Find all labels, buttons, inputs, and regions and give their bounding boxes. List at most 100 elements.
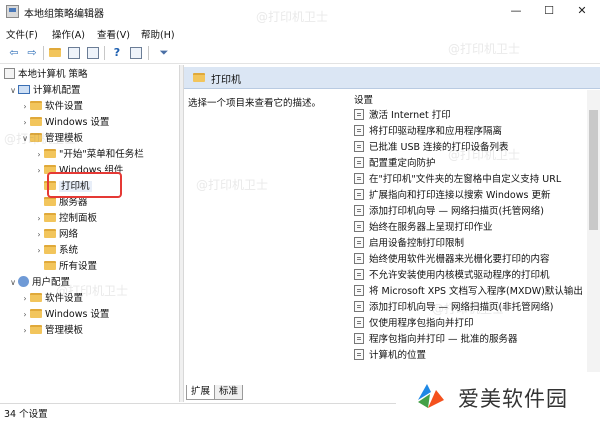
pane-splitter[interactable] (179, 65, 184, 402)
user-icon (18, 276, 29, 287)
menu-view[interactable]: 查看(V) (97, 27, 130, 41)
setting-row[interactable]: 激活 Internet 打印 (354, 108, 587, 124)
minimize-button[interactable]: — (500, 0, 532, 22)
policy-setting-icon (354, 285, 364, 296)
show-hide-tree-icon[interactable] (66, 45, 82, 61)
up-folder-icon[interactable] (47, 45, 63, 61)
tree-item-admin-templates[interactable]: ∨ 管理模板 (20, 131, 83, 147)
chevron-right-icon[interactable]: › (20, 115, 30, 131)
tree-item-label: Windows 设置 (45, 309, 110, 320)
chevron-right-icon[interactable]: › (20, 99, 30, 115)
setting-label: 将打印驱动程序和应用程序隔离 (369, 126, 503, 137)
tree-item-user-windows-settings[interactable]: › Windows 设置 (20, 307, 109, 323)
policy-setting-icon (354, 237, 364, 248)
setting-label: 已批准 USB 连接的打印设备列表 (369, 142, 509, 153)
tree-item-start-menu-taskbar[interactable]: › "开始"菜单和任务栏 (34, 147, 144, 163)
setting-row[interactable]: 计算机的位置 (354, 348, 587, 364)
tree-item-label: 本地计算机 策略 (18, 69, 88, 80)
chevron-right-icon[interactable]: › (34, 163, 44, 179)
folder-icon (44, 197, 56, 206)
setting-label: 激活 Internet 打印 (369, 110, 451, 121)
window-title: 本地组策略编辑器 (24, 9, 104, 20)
chevron-down-icon[interactable]: ∨ (8, 275, 18, 291)
chevron-right-icon[interactable]: › (34, 243, 44, 259)
tree-item-control-panel[interactable]: › 控制面板 (34, 211, 97, 227)
tree-item-label: 系统 (59, 245, 79, 256)
tree-item-label: 管理模板 (45, 133, 84, 144)
setting-label: 计算机的位置 (369, 350, 427, 361)
chevron-right-icon[interactable]: › (34, 211, 44, 227)
pane-title: 打印机 (211, 75, 241, 86)
description-text: 选择一个项目来查看它的描述。 (188, 98, 322, 109)
tree-item-user-config[interactable]: ∨ 用户配置 (8, 275, 70, 291)
tree-item-network[interactable]: › 网络 (34, 227, 78, 243)
tree-item-windows-settings[interactable]: › Windows 设置 (20, 115, 109, 131)
chevron-right-icon[interactable]: › (20, 291, 30, 307)
setting-row[interactable]: 已批准 USB 连接的打印设备列表 (354, 140, 587, 156)
menu-action[interactable]: 操作(A) (52, 27, 85, 41)
properties-icon[interactable] (128, 45, 144, 61)
policy-setting-icon (354, 253, 364, 264)
back-icon[interactable]: ⇦ (6, 45, 22, 61)
folder-icon (30, 309, 42, 318)
policy-setting-icon (354, 141, 364, 152)
toolbar-separator (148, 46, 149, 60)
tab-extended[interactable]: 扩展 (186, 385, 216, 400)
setting-row[interactable]: 扩展指向和打印连接以搜索 Windows 更新 (354, 188, 587, 204)
maximize-button[interactable]: ☐ (533, 0, 565, 22)
policy-icon (4, 68, 15, 79)
setting-row[interactable]: 添加打印机向导 — 网络扫描页(非托管网络) (354, 300, 587, 316)
settings-column-header[interactable]: 设置 (354, 92, 600, 106)
policy-setting-icon (354, 205, 364, 216)
folder-icon (44, 213, 56, 222)
tree-item-label: 网络 (59, 229, 79, 240)
menu-help[interactable]: 帮助(H) (141, 27, 175, 41)
setting-row[interactable]: 在"打印机"文件夹的左窗格中自定义支持 URL (354, 172, 587, 188)
close-button[interactable]: ✕ (566, 0, 598, 22)
menu-file[interactable]: 文件(F) (6, 27, 38, 41)
chevron-right-icon[interactable]: › (20, 307, 30, 323)
export-list-icon[interactable] (85, 45, 101, 61)
setting-row[interactable]: 添加打印机向导 — 网络扫描页(托管网络) (354, 204, 587, 220)
chevron-down-icon[interactable]: ∨ (20, 131, 30, 147)
vertical-scrollbar[interactable] (587, 90, 600, 377)
setting-row[interactable]: 将打印驱动程序和应用程序隔离 (354, 124, 587, 140)
tree-item-user-admin-templates[interactable]: › 管理模板 (20, 323, 83, 339)
filter-icon[interactable]: ⏷ (156, 45, 172, 61)
folder-icon (44, 261, 56, 270)
tab-standard[interactable]: 标准 (214, 385, 244, 400)
setting-row[interactable]: 始终在服务器上呈现打印作业 (354, 220, 587, 236)
setting-row[interactable]: 程序包指向并打印 — 批准的服务器 (354, 332, 587, 348)
tree-item-computer-config[interactable]: ∨ 计算机配置 (8, 83, 81, 99)
setting-row[interactable]: 仅使用程序包指向并打印 (354, 316, 587, 332)
tree-item-all-settings[interactable]: 所有设置 (44, 259, 97, 275)
scrollbar-thumb[interactable] (589, 110, 598, 230)
setting-row[interactable]: 始终使用软件光栅器来光栅化要打印的内容 (354, 252, 587, 268)
chevron-right-icon[interactable]: › (20, 323, 30, 339)
chevron-down-icon[interactable]: ∨ (8, 83, 18, 99)
computer-icon (18, 85, 30, 94)
policy-setting-icon (354, 157, 364, 168)
setting-row[interactable]: 启用设备控制打印限制 (354, 236, 587, 252)
forward-icon[interactable]: ⇨ (24, 45, 40, 61)
tree-item-label: 用户配置 (32, 277, 71, 288)
setting-label: 启用设备控制打印限制 (369, 238, 465, 249)
tree-item-user-software-settings[interactable]: › 软件设置 (20, 291, 83, 307)
setting-row[interactable]: 将 Microsoft XPS 文档写入程序(MXDW)默认输出 (354, 284, 587, 300)
pane-header: 打印机 (184, 67, 600, 89)
tree-item-label: Windows 设置 (45, 117, 110, 128)
chevron-right-icon[interactable]: › (34, 227, 44, 243)
chevron-right-icon[interactable]: › (34, 147, 44, 163)
setting-label: 始终在服务器上呈现打印作业 (369, 222, 493, 233)
setting-row[interactable]: 配置重定向防护 (354, 156, 587, 172)
folder-icon (30, 101, 42, 110)
tree-item-software-settings[interactable]: › 软件设置 (20, 99, 83, 115)
folder-icon (30, 293, 42, 302)
setting-label: 程序包指向并打印 — 批准的服务器 (369, 334, 518, 345)
tree-item-local-policy[interactable]: 本地计算机 策略 (4, 67, 88, 83)
help-icon[interactable]: ? (109, 45, 125, 61)
title-bar[interactable]: 本地组策略编辑器 — ☐ ✕ (0, 0, 600, 24)
tree-item-system[interactable]: › 系统 (34, 243, 78, 259)
tree-item-label: 服务器 (59, 197, 88, 208)
setting-row[interactable]: 不允许安装使用内核模式驱动程序的打印机 (354, 268, 587, 284)
